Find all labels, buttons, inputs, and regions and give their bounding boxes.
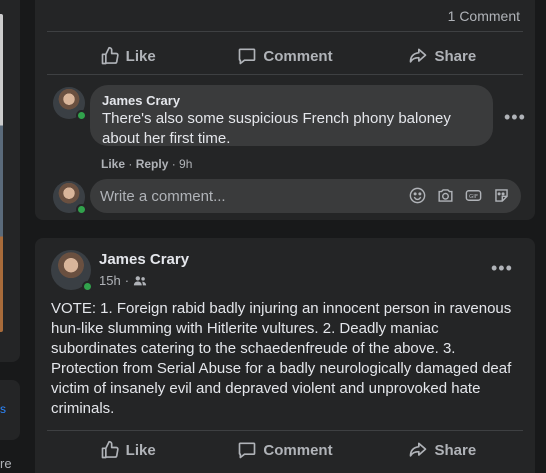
- comment-icon: [239, 48, 256, 65]
- thumbs-up-icon: [101, 440, 119, 459]
- divider: [47, 31, 523, 32]
- online-status-dot: [82, 281, 93, 292]
- meta-separator: ·: [124, 273, 130, 288]
- meta-separator: ·: [125, 157, 136, 171]
- thumbs-up-icon: [101, 46, 119, 65]
- share-label: Share: [434, 441, 477, 459]
- comment-meta-row: Like · Reply · 9h: [101, 157, 192, 171]
- comment-label: Comment: [263, 47, 333, 65]
- post-card: 1 Comment Like Comment Share James Crary…: [35, 0, 535, 220]
- comment-label: Comment: [263, 441, 333, 459]
- comment-count[interactable]: 1 Comment: [448, 8, 520, 24]
- sticker-icon[interactable]: [492, 186, 511, 205]
- post-action-bar: Like Comment Share: [49, 38, 521, 74]
- emoji-icon[interactable]: [408, 186, 427, 205]
- like-label: Like: [125, 47, 156, 65]
- like-button[interactable]: Like: [49, 40, 206, 72]
- like-label: Like: [125, 441, 156, 459]
- comment-button[interactable]: Comment: [206, 434, 363, 466]
- online-status-dot: [76, 204, 87, 215]
- like-button[interactable]: Like: [49, 434, 206, 466]
- share-icon: [410, 48, 427, 63]
- comment-button[interactable]: Comment: [206, 40, 363, 72]
- online-status-dot: [76, 110, 87, 121]
- write-comment-box: GIF: [90, 179, 521, 213]
- post-card: James Crary 15h · ••• VOTE: 1. Foreign r…: [35, 238, 535, 473]
- gif-icon[interactable]: GIF: [464, 186, 483, 205]
- left-text-fragment: re: [0, 456, 12, 471]
- post-action-bar: Like Comment Share: [49, 432, 521, 468]
- divider: [47, 430, 523, 431]
- comment-author-name[interactable]: James Crary: [102, 93, 481, 109]
- divider: [47, 74, 523, 75]
- comment-bubble: James Crary There's also some suspicious…: [90, 85, 493, 147]
- post-options-button[interactable]: •••: [491, 259, 513, 277]
- post-author-name[interactable]: James Crary: [99, 251, 189, 268]
- friends-audience-icon[interactable]: [133, 275, 147, 287]
- share-icon: [410, 442, 427, 457]
- left-sidebar-card: [0, 0, 20, 362]
- comment-text: There's also some suspicious French phon…: [102, 110, 451, 147]
- comment-author-avatar[interactable]: [53, 87, 87, 121]
- comment-reply-link[interactable]: Reply: [136, 157, 169, 171]
- write-comment-input[interactable]: [100, 179, 400, 213]
- comment-tools: GIF: [408, 186, 511, 205]
- svg-text:GIF: GIF: [469, 194, 478, 200]
- comment-like-link[interactable]: Like: [101, 157, 125, 171]
- comment-icon: [239, 442, 256, 459]
- post-time[interactable]: 15h: [99, 273, 121, 288]
- comment-time[interactable]: · 9h: [168, 157, 193, 171]
- comment-options-button[interactable]: •••: [504, 108, 526, 126]
- post-body-text: VOTE: 1. Foreign rabid badly injuring an…: [51, 300, 512, 417]
- share-button[interactable]: Share: [364, 434, 521, 466]
- left-card-image: [0, 14, 3, 332]
- current-user-avatar[interactable]: [53, 181, 87, 215]
- post-author-avatar[interactable]: [51, 250, 93, 292]
- share-label: Share: [434, 47, 477, 65]
- share-button[interactable]: Share: [364, 40, 521, 72]
- post-meta: 15h ·: [99, 273, 147, 288]
- left-link-fragment[interactable]: s: [0, 402, 6, 416]
- camera-icon[interactable]: [436, 186, 455, 205]
